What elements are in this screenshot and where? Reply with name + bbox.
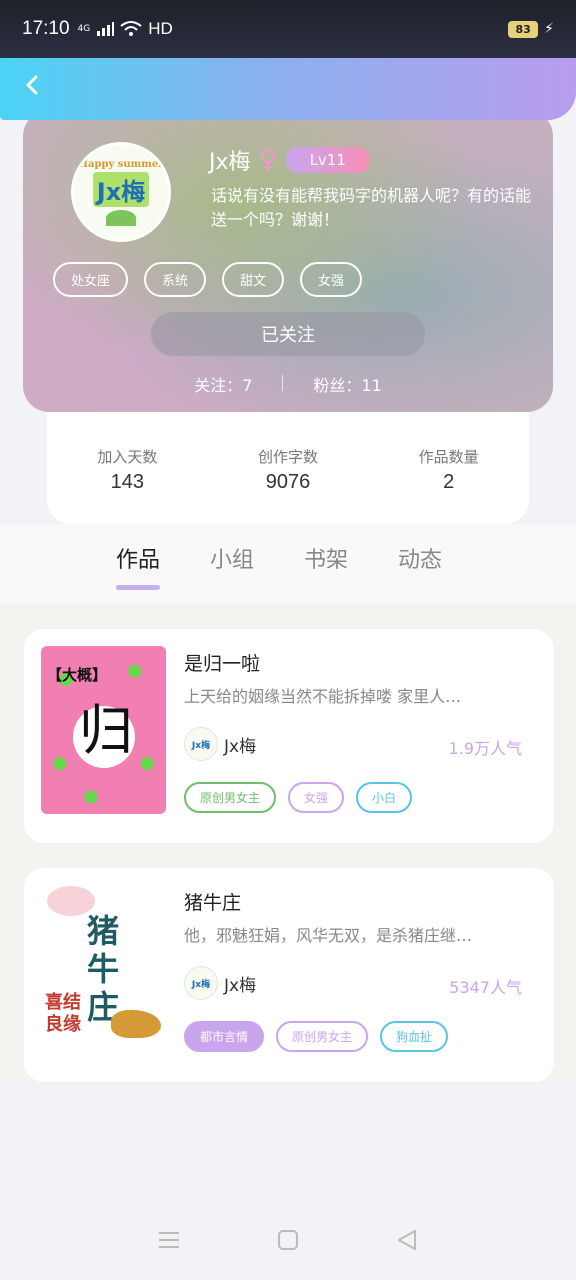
wifi-icon [120,21,142,36]
stat-join-days: 加入天数 143 [97,446,157,494]
book-card[interactable]: 【大概】 归 是归一啦 上天给的姻缘当然不能拆掉喽 家里人… Jx梅 Jx梅 1… [24,629,554,843]
tab-label: 小组 [210,548,255,573]
follow-button[interactable]: 已关注 [151,312,425,356]
stat-word-count: 创作字数 9076 [258,446,318,494]
avatar[interactable]: Happy summer Jx梅 [71,142,171,242]
book-tag[interactable]: 女强 [288,782,345,813]
profile-tag[interactable]: 系统 [144,262,207,297]
stat-value: 9076 [265,471,311,493]
fans-count[interactable]: 粉丝：11 [313,372,381,396]
bio-line: 话说有没有能帮我码字的机器人呢？有的话能 [211,186,532,205]
female-icon: ♀ [258,145,278,175]
tab-bar: 作品 小组 书架 动态 [0,524,576,604]
avatar-caption: Happy summer [78,158,164,170]
tree-icon [106,209,136,226]
book-tag[interactable]: 原创男女主 [276,1021,369,1052]
tab-label: 作品 [116,548,161,573]
book-tag[interactable]: 狗血扯 [380,1021,449,1052]
stat-value: 143 [110,471,144,493]
book-description: 他，邪魅狂娟，风华无双，是杀猪庄继… [184,926,473,945]
profile-name-row: Jx梅 ♀ Lv11 [209,144,370,176]
username: Jx梅 [209,150,251,175]
tab-label: 动态 [398,548,443,573]
book-tag[interactable]: 小白 [356,782,413,813]
profile-tag[interactable]: 处女座 [53,262,129,297]
system-nav-bar [0,1200,576,1280]
works-list: 【大概】 归 是归一啦 上天给的姻缘当然不能拆掉喽 家里人… Jx梅 Jx梅 1… [0,604,576,1082]
status-time: 17:10 [22,18,70,39]
avatar-name: Jx梅 [92,171,150,207]
network-label: 4G [77,24,91,34]
stat-label: 加入天数 [97,448,158,466]
menu-button[interactable] [149,1220,189,1260]
book-tags: 都市言情 原创男女主 狗血扯 [184,1021,449,1052]
home-square-icon [277,1230,298,1250]
level-badge: Lv11 [285,147,370,173]
home-button[interactable] [268,1220,308,1260]
book-tag[interactable]: 原创男女主 [184,782,277,813]
ox-icon [111,1010,161,1038]
stat-works-count: 作品数量 2 [419,446,479,494]
back-nav-button[interactable] [387,1220,427,1260]
tab-groups[interactable]: 小组 [210,542,254,574]
follow-counts: 关注：7 粉丝：11 [23,372,553,396]
cover-bracket-text: 【大概】 [47,666,108,684]
charging-icon: ⚡ [544,21,554,37]
back-button[interactable] [18,70,48,100]
book-cover[interactable]: 猪牛庄 喜结良缘 [41,882,166,1054]
bio-line: 送一个吗？谢谢！ [211,210,340,229]
stat-value: 2 [443,471,455,493]
tab-bookshelf[interactable]: 书架 [304,542,348,574]
triangle-back-icon [397,1230,416,1250]
profile-tags: 处女座 系统 甜文 女强 [53,262,363,297]
book-description: 上天给的姻缘当然不能拆掉喽 家里人… [184,687,462,706]
book-title[interactable]: 猪牛庄 [184,888,241,915]
following-count[interactable]: 关注：7 [194,372,252,396]
book-cover[interactable]: 【大概】 归 [41,646,166,814]
author-avatar: Jx梅 [184,727,218,761]
stat-label: 创作字数 [257,448,318,466]
author-row: Jx梅 Jx梅 [184,727,256,761]
profile-tag[interactable]: 甜文 [222,262,285,297]
stat-label: 作品数量 [418,448,479,466]
tab-active-indicator [116,585,161,590]
book-title[interactable]: 是归一啦 [184,649,260,676]
book-card[interactable]: 猪牛庄 喜结良缘 猪牛庄 他，邪魅狂娟，风华无双，是杀猪庄继… Jx梅 Jx梅 … [24,868,554,1082]
popularity: 5347人气 [449,978,522,997]
profile-card: Happy summer Jx梅 Jx梅 ♀ Lv11 话说有没有能帮我码字的机… [23,110,553,412]
tab-works[interactable]: 作品 [116,542,161,590]
popularity: 1.9万人气 [448,739,522,758]
author-name: Jx梅 [224,736,257,757]
hd-label: HD [148,19,173,38]
divider [282,375,284,391]
status-icons: 4G HD [78,19,173,39]
cover-red-text: 喜结良缘 [45,992,81,1035]
tab-label: 书架 [304,548,349,573]
menu-icon [159,1232,180,1248]
tab-activity[interactable]: 动态 [398,542,442,574]
author-name: Jx梅 [224,975,257,996]
profile-tag[interactable]: 女强 [300,262,363,297]
chevron-left-icon [26,75,38,95]
cover-glyph: 归 [79,699,133,762]
author-row: Jx梅 Jx梅 [184,966,256,1000]
cover-title: 猪牛庄 [86,912,119,1026]
bio: 话说有没有能帮我码字的机器人呢？有的话能 送一个吗？谢谢！ [211,184,553,232]
stats-card: 加入天数 143 创作字数 9076 作品数量 2 [47,410,529,524]
signal-icon [97,22,115,36]
status-bar: 17:10 4G HD 83 ⚡ [0,0,576,58]
author-avatar: Jx梅 [184,966,218,1000]
battery-icon: 83 [508,20,539,38]
book-tag[interactable]: 都市言情 [184,1021,265,1052]
book-tags: 原创男女主 女强 小白 [184,782,413,813]
